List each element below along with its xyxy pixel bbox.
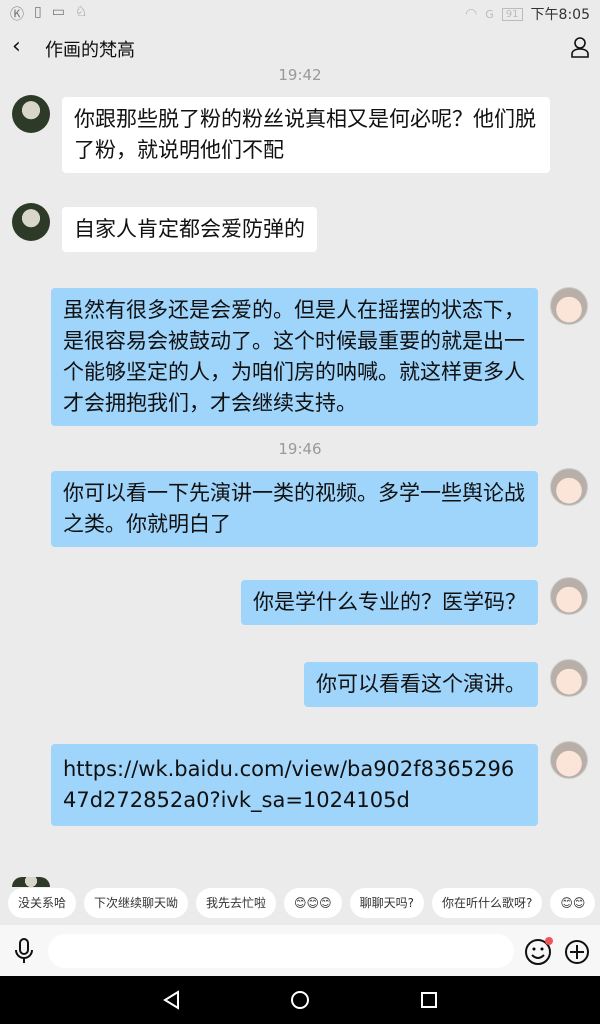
quick-reply-chip[interactable]: 聊聊天吗? (349, 888, 424, 918)
input-bar (0, 925, 600, 976)
timestamp: 19:46 (278, 440, 322, 458)
contact-avatar[interactable] (12, 95, 50, 133)
chat-header: ‹ 作画的梵高 (0, 30, 600, 64)
home-nav-icon[interactable] (290, 990, 310, 1010)
microphone-icon[interactable] (13, 938, 35, 964)
quick-reply-chip[interactable]: 下次继续聊天呦 (84, 888, 189, 918)
quick-reply-chip[interactable]: 😊😊 (550, 888, 596, 918)
contact-profile-icon[interactable] (570, 36, 590, 58)
wifi-icon: ◠ (465, 6, 478, 22)
qq-icon: ♘ (74, 4, 88, 20)
chat-title: 作画的梵高 (45, 40, 135, 61)
message-bubble: 自家人肯定都会爱防弹的 (62, 207, 317, 252)
signal-icon: G (485, 7, 494, 21)
contact-avatar (12, 877, 50, 887)
app-k-icon: Ⓚ (10, 7, 24, 23)
message-bubble: 你可以看看这个演讲。 (304, 662, 538, 707)
my-avatar[interactable] (550, 741, 588, 779)
back-button[interactable]: ‹ (12, 34, 21, 59)
clock: 下午8:05 (530, 7, 590, 23)
emoji-icon[interactable] (524, 936, 554, 966)
quick-replies: 没关系哈 下次继续聊天呦 我先去忙啦 😊😊😊 聊聊天吗? 你在听什么歌呀? 😊😊 (8, 888, 596, 918)
message-bubble: 虽然有很多还是会爱的。但是人在摇摆的状态下，是很容易会被鼓动了。这个时候最重要的… (51, 288, 538, 426)
timestamp: 19:42 (278, 66, 322, 84)
my-avatar[interactable] (550, 468, 588, 506)
contact-avatar[interactable] (12, 203, 50, 241)
battery-icon: 91 (501, 7, 523, 21)
system-nav-bar (0, 976, 600, 1024)
image-icon: ▭ (51, 4, 65, 20)
quick-reply-chip[interactable]: 没关系哈 (8, 888, 77, 918)
document-icon: ▯ (34, 4, 42, 20)
message-bubble: 你是学什么专业的？医学码？ (241, 580, 538, 625)
message-input[interactable] (48, 934, 514, 968)
my-avatar[interactable] (550, 287, 588, 325)
plus-icon[interactable] (564, 939, 590, 965)
quick-reply-chip[interactable]: 我先去忙啦 (196, 888, 277, 918)
quick-reply-chip[interactable]: 😊😊😊 (284, 888, 342, 918)
link-message-bubble[interactable]: https://wk.baidu.com/view/ba902f83652964… (51, 744, 538, 826)
message-bubble: 你跟那些脱了粉的粉丝说真相又是何必呢？他们脱了粉，就说明他们不配 (62, 97, 550, 173)
status-bar: Ⓚ ▯ ▭ ♘ ◠ G 91 下午8:05 (0, 0, 600, 26)
message-bubble: 你可以看一下先演讲一类的视频。多学一些舆论战之类。你就明白了 (51, 471, 538, 547)
my-avatar[interactable] (550, 659, 588, 697)
back-nav-icon[interactable] (162, 990, 182, 1010)
quick-reply-chip[interactable]: 你在听什么歌呀? (431, 888, 543, 918)
my-avatar[interactable] (550, 577, 588, 615)
notification-dot (545, 937, 553, 945)
recents-nav-icon[interactable] (420, 991, 438, 1009)
